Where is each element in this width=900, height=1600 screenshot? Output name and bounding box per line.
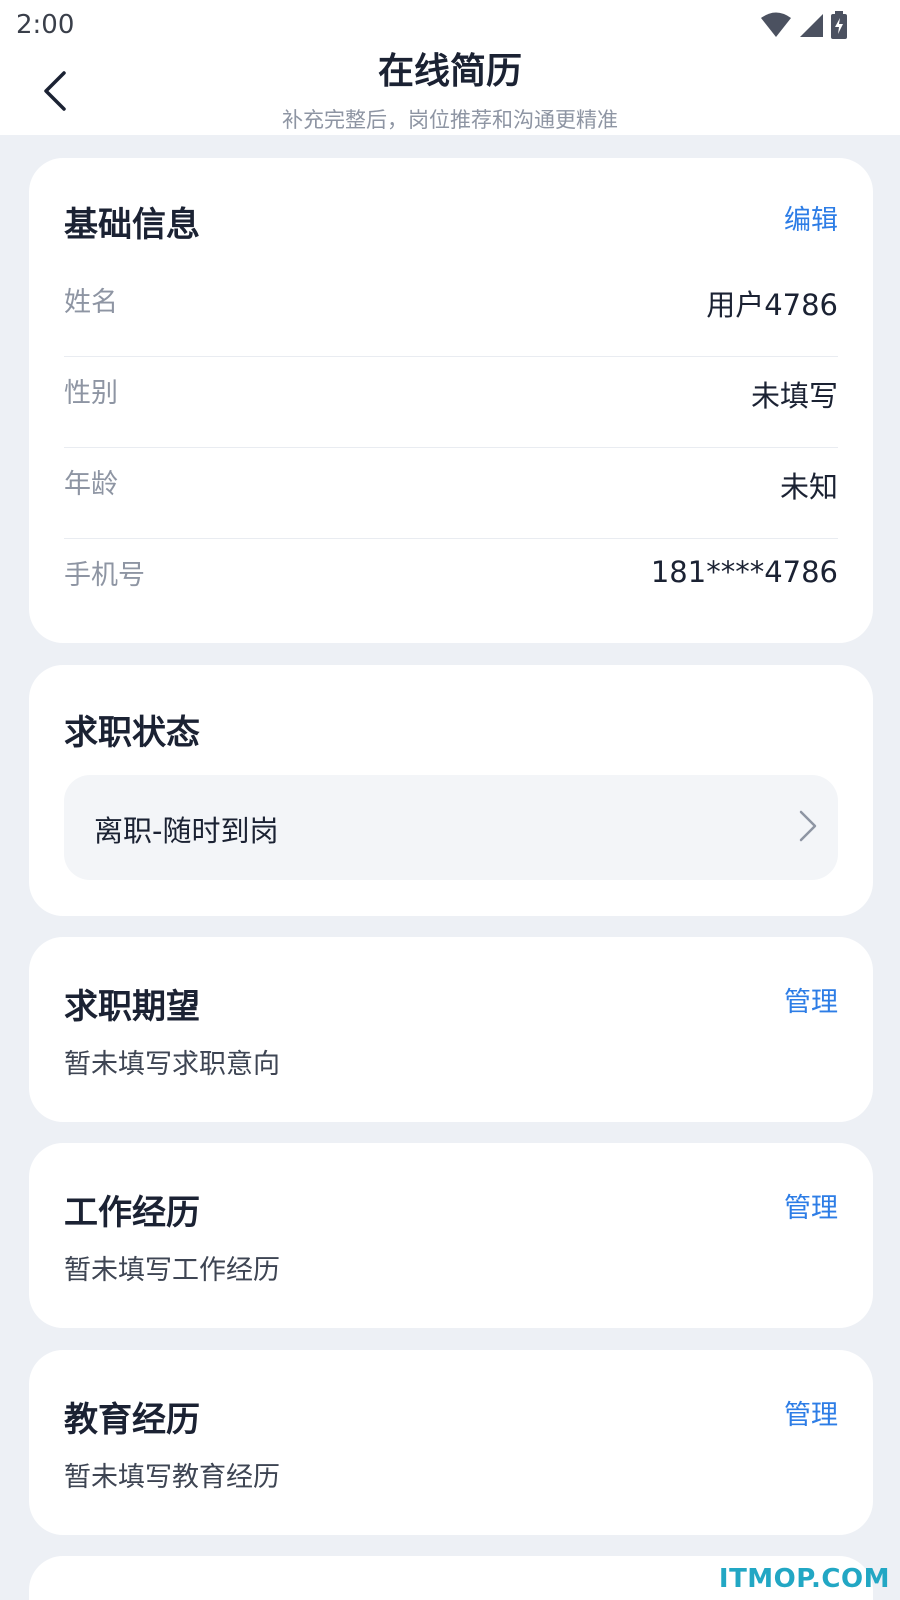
manage-job-expectation-button[interactable]: 管理	[784, 980, 838, 1019]
page-subtitle: 补充完整后，岗位推荐和沟通更精准	[282, 108, 618, 132]
job-status-value: 离职-随时到岗	[94, 814, 279, 848]
job-status-card: 求职状态 离职-随时到岗	[29, 665, 873, 916]
info-row-age[interactable]: 年龄 未知	[64, 448, 838, 539]
work-experience-empty-text: 暂未填写工作经历	[64, 1255, 280, 1286]
info-label: 姓名	[64, 287, 118, 318]
education-card: 教育经历 管理 暂未填写教育经历	[29, 1350, 873, 1535]
education-empty-text: 暂未填写教育经历	[64, 1462, 280, 1493]
job-expectation-empty-text: 暂未填写求职意向	[64, 1049, 280, 1080]
info-value: 181****4786	[650, 555, 838, 589]
job-expectation-card: 求职期望 管理 暂未填写求职意向	[29, 937, 873, 1122]
wifi-icon	[761, 12, 791, 37]
chevron-right-icon	[799, 810, 817, 842]
cellular-signal-icon	[800, 14, 823, 37]
info-row-name[interactable]: 姓名 用户4786	[64, 266, 838, 357]
job-status-title: 求职状态	[64, 713, 200, 753]
manage-education-button[interactable]: 管理	[784, 1393, 838, 1432]
manage-work-experience-button[interactable]: 管理	[784, 1186, 838, 1225]
info-row-gender[interactable]: 性别 未填写	[64, 357, 838, 448]
info-label: 年龄	[64, 469, 118, 500]
battery-charging-icon	[831, 11, 847, 39]
info-label: 手机号	[64, 560, 145, 591]
job-status-selector[interactable]: 离职-随时到岗	[64, 775, 838, 880]
page-title: 在线简历	[377, 51, 522, 92]
app-header: 2:00 在线简历 补充完整后，岗位推荐和沟通更精准	[0, 0, 900, 135]
info-value: 用户4786	[706, 288, 838, 322]
edit-basic-info-button[interactable]: 编辑	[784, 198, 838, 237]
status-bar-time: 2:00	[16, 10, 75, 40]
education-title: 教育经历	[64, 1400, 200, 1440]
status-bar-icons	[760, 10, 848, 40]
info-label: 性别	[64, 378, 118, 409]
watermark-text: ITMOP.COM	[718, 1564, 890, 1594]
work-experience-title: 工作经历	[64, 1193, 200, 1233]
job-expectation-title: 求职期望	[64, 987, 200, 1027]
info-value: 未知	[779, 470, 838, 504]
work-experience-card: 工作经历 管理 暂未填写工作经历	[29, 1143, 873, 1328]
info-value: 未填写	[750, 379, 838, 413]
basic-info-card: 基础信息 编辑 姓名 用户4786 性别 未填写 年龄 未知 手机号 181**…	[29, 158, 873, 643]
info-row-phone[interactable]: 手机号 181****4786	[64, 539, 838, 630]
basic-info-title: 基础信息	[64, 205, 200, 245]
